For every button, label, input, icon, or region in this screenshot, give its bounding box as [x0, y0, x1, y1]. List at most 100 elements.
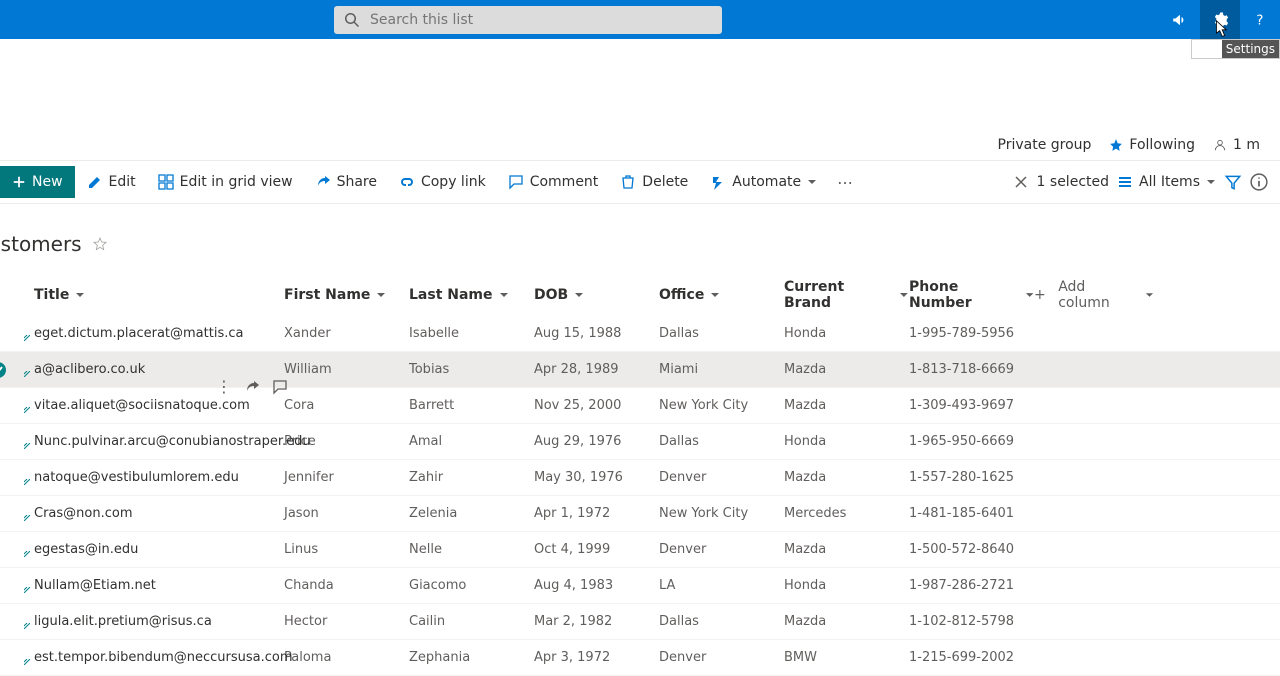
- cell-lastname: Isabelle: [409, 326, 534, 341]
- grid-label: Edit in grid view: [180, 174, 293, 190]
- col-header-brand[interactable]: Current Brand: [784, 279, 909, 311]
- table-row[interactable]: egestas@in.eduLinusNelleOct 4, 1999Denve…: [0, 532, 1280, 568]
- settings-button[interactable]: [1200, 0, 1240, 39]
- help-button[interactable]: ?: [1240, 0, 1280, 39]
- megaphone-button[interactable]: [1160, 0, 1200, 39]
- cell-title[interactable]: vitae.aliquet@sociisnatoque.com: [30, 398, 284, 413]
- delete-button[interactable]: Delete: [610, 160, 698, 204]
- cell-title[interactable]: Cras@non.com: [30, 506, 284, 521]
- table-row[interactable]: natoque@vestibulumlorem.eduJenniferZahir…: [0, 460, 1280, 496]
- col-header-dob[interactable]: DOB: [534, 287, 659, 303]
- add-column-label: Add column: [1058, 279, 1132, 311]
- col-dob-label: DOB: [534, 287, 568, 303]
- col-header-title[interactable]: Title: [30, 287, 284, 303]
- col-header-office[interactable]: Office: [659, 287, 784, 303]
- cell-title[interactable]: ligula.elit.pretium@risus.ca: [30, 614, 284, 629]
- comment-button[interactable]: Comment: [498, 160, 609, 204]
- share-button[interactable]: Share: [305, 160, 387, 204]
- command-bar: New Edit Edit in grid view Share Copy li…: [0, 160, 1280, 204]
- table-row[interactable]: Nunc.pulvinar.arcu@conubianostraper.eduP…: [0, 424, 1280, 460]
- view-selector[interactable]: All Items: [1117, 174, 1216, 190]
- cell-dob: Apr 28, 1989: [534, 362, 659, 377]
- new-button[interactable]: New: [0, 166, 75, 198]
- table-row[interactable]: ligula.elit.pretium@risus.caHectorCailin…: [0, 604, 1280, 640]
- cell-office: New York City: [659, 506, 784, 521]
- add-column-button[interactable]: + Add column: [1034, 279, 1154, 311]
- list-title: ustomers: [0, 232, 82, 256]
- cell-title[interactable]: egestas@in.edu: [30, 542, 284, 557]
- cell-title[interactable]: est.tempor.bibendum@neccursusa.com: [30, 650, 284, 665]
- cell-phone: 1-215-699-2002: [909, 650, 1034, 665]
- megaphone-icon: [1171, 11, 1189, 29]
- search-input[interactable]: [370, 12, 712, 28]
- cell-dob: Aug 4, 1983: [534, 578, 659, 593]
- cell-lastname: Amal: [409, 434, 534, 449]
- automate-button[interactable]: Automate: [700, 160, 827, 204]
- cell-title[interactable]: Nullam@Etiam.net: [30, 578, 284, 593]
- row-checkbox[interactable]: [0, 362, 6, 378]
- close-icon: [1013, 174, 1029, 190]
- follow-label: Following: [1129, 137, 1195, 153]
- chevron-down-icon: [1206, 177, 1216, 187]
- edit-button[interactable]: Edit: [77, 160, 146, 204]
- col-office-label: Office: [659, 287, 704, 303]
- members-label: 1 m: [1233, 137, 1260, 153]
- selection-indicator[interactable]: 1 selected: [1013, 174, 1109, 190]
- col-header-phone[interactable]: Phone Number: [909, 279, 1034, 311]
- table-row[interactable]: vitae.aliquet@sociisnatoque.comCoraBarre…: [0, 388, 1280, 424]
- search-box[interactable]: [334, 6, 722, 34]
- filter-button[interactable]: [1224, 173, 1242, 191]
- cell-phone: 1-965-950-6669: [909, 434, 1034, 449]
- col-phone-label: Phone Number: [909, 279, 1019, 311]
- cell-office: Dallas: [659, 434, 784, 449]
- new-label: New: [32, 174, 63, 190]
- list-icon: [1117, 174, 1133, 190]
- cell-title[interactable]: eget.dictum.placerat@mattis.ca: [30, 326, 284, 341]
- group-type-label: Private group: [998, 137, 1092, 153]
- overflow-button[interactable]: ⋯: [829, 173, 861, 192]
- delete-label: Delete: [642, 174, 688, 190]
- cell-brand: Mazda: [784, 614, 909, 629]
- table-row[interactable]: eget.dictum.placerat@mattis.caXanderIsab…: [0, 316, 1280, 352]
- grid-edit-button[interactable]: Edit in grid view: [148, 160, 303, 204]
- table-row[interactable]: a@aclibero.co.uk⋮WilliamTobiasApr 28, 19…: [0, 352, 1280, 388]
- link-icon: [399, 174, 415, 190]
- comment-icon: [508, 174, 524, 190]
- cell-title[interactable]: natoque@vestibulumlorem.edu: [30, 470, 284, 485]
- chevron-down-icon: [899, 290, 909, 300]
- table-row[interactable]: Nullam@Etiam.netChandaGiacomoAug 4, 1983…: [0, 568, 1280, 604]
- col-header-lastname[interactable]: Last Name: [409, 287, 534, 303]
- cell-lastname: Cailin: [409, 614, 534, 629]
- chevron-down-icon: [1145, 290, 1154, 300]
- info-button[interactable]: [1250, 173, 1268, 191]
- cell-phone: 1-987-286-2721: [909, 578, 1034, 593]
- site-meta: Private group Following 1 m: [0, 120, 1280, 160]
- col-header-firstname[interactable]: First Name: [284, 287, 409, 303]
- cell-phone: 1-813-718-6669: [909, 362, 1034, 377]
- cell-lastname: Zephania: [409, 650, 534, 665]
- cell-firstname: Paloma: [284, 650, 409, 665]
- automate-label: Automate: [732, 174, 801, 190]
- col-brand-label: Current Brand: [784, 279, 893, 311]
- col-title-label: Title: [34, 287, 69, 303]
- follow-toggle[interactable]: Following: [1109, 137, 1195, 153]
- cell-title[interactable]: a@aclibero.co.uk⋮: [30, 362, 284, 377]
- table-row[interactable]: Cras@non.comJasonZeleniaApr 1, 1972New Y…: [0, 496, 1280, 532]
- cell-brand: Mazda: [784, 398, 909, 413]
- cell-title[interactable]: Nunc.pulvinar.arcu@conubianostraper.edu: [30, 434, 284, 449]
- favorite-toggle[interactable]: [92, 236, 108, 252]
- copy-link-button[interactable]: Copy link: [389, 160, 496, 204]
- chevron-down-icon: [807, 177, 817, 187]
- cell-phone: 1-500-572-8640: [909, 542, 1034, 557]
- cell-brand: Honda: [784, 434, 909, 449]
- selected-label: 1 selected: [1037, 174, 1109, 190]
- header-actions: ?: [1160, 0, 1280, 39]
- cell-brand: Mercedes: [784, 506, 909, 521]
- cell-office: LA: [659, 578, 784, 593]
- grid-icon: [158, 174, 174, 190]
- share-label: Share: [337, 174, 377, 190]
- col-ln-label: Last Name: [409, 287, 493, 303]
- members-count[interactable]: 1 m: [1213, 137, 1260, 153]
- share-icon: [315, 174, 331, 190]
- table-row[interactable]: est.tempor.bibendum@neccursusa.comPaloma…: [0, 640, 1280, 676]
